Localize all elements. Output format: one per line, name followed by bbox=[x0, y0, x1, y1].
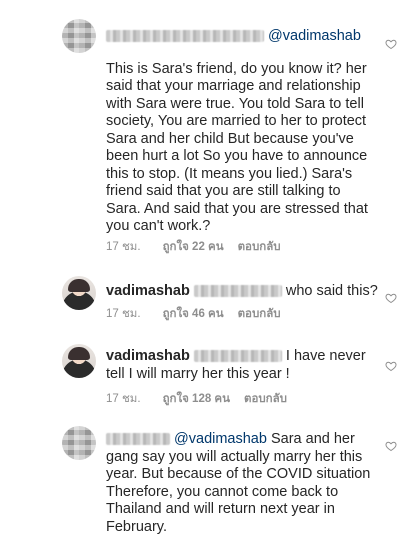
timestamp: 17 ชม. bbox=[106, 393, 141, 405]
like-button[interactable] bbox=[385, 292, 397, 304]
heart-outline-icon bbox=[385, 441, 397, 452]
mention-link[interactable]: @vadimashab bbox=[268, 28, 361, 44]
comment-4-body: @vadimashab Sara and her gang say you wi… bbox=[106, 431, 376, 536]
heart-outline-icon bbox=[385, 39, 397, 50]
reply-button[interactable]: ตอบกลับ bbox=[238, 305, 281, 323]
likes-count[interactable]: ถูกใจ 22 คน bbox=[163, 238, 224, 256]
heart-outline-icon bbox=[385, 361, 397, 372]
avatar[interactable] bbox=[62, 276, 96, 310]
heart-outline-icon bbox=[385, 293, 397, 304]
username-link[interactable]: vadimashab bbox=[106, 283, 190, 299]
mention-redacted[interactable] bbox=[193, 350, 282, 362]
mention-link[interactable]: @vadimashab bbox=[174, 431, 267, 447]
like-button[interactable] bbox=[385, 440, 397, 452]
avatar[interactable] bbox=[62, 344, 96, 378]
comment-meta: 17 ชม. ถูกใจ 46 คน ตอบกลับ bbox=[106, 305, 281, 323]
avatar[interactable] bbox=[62, 426, 96, 460]
avatar[interactable] bbox=[62, 19, 96, 53]
timestamp: 17 ชม. bbox=[106, 241, 141, 253]
username-link[interactable]: vadimashab bbox=[106, 348, 190, 364]
like-button[interactable] bbox=[385, 360, 397, 372]
username-redacted[interactable] bbox=[106, 433, 170, 445]
username-redacted[interactable] bbox=[106, 30, 264, 42]
likes-count[interactable]: ถูกใจ 46 คน bbox=[163, 305, 224, 323]
likes-count[interactable]: ถูกใจ 128 คน bbox=[163, 390, 230, 408]
comment-meta: 17 ชม. ถูกใจ 22 คน ตอบกลับ bbox=[106, 238, 281, 256]
comment-meta: 17 ชม. ถูกใจ 128 คน ตอบกลับ bbox=[106, 390, 287, 408]
comment-3-body: vadimashab I have never tell I will marr… bbox=[106, 348, 368, 383]
comment-1-body: @vadimashab This is Sara's friend, do yo… bbox=[106, 28, 378, 236]
mention-redacted[interactable] bbox=[193, 285, 282, 297]
reply-button[interactable]: ตอบกลับ bbox=[244, 390, 287, 408]
like-button[interactable] bbox=[385, 38, 397, 50]
comment-text: who said this? bbox=[285, 283, 378, 299]
timestamp: 17 ชม. bbox=[106, 308, 141, 320]
reply-button[interactable]: ตอบกลับ bbox=[238, 238, 281, 256]
comment-text: This is Sara's friend, do you know it? h… bbox=[106, 60, 368, 235]
comment-2-body: vadimashab who said this? bbox=[106, 283, 386, 301]
